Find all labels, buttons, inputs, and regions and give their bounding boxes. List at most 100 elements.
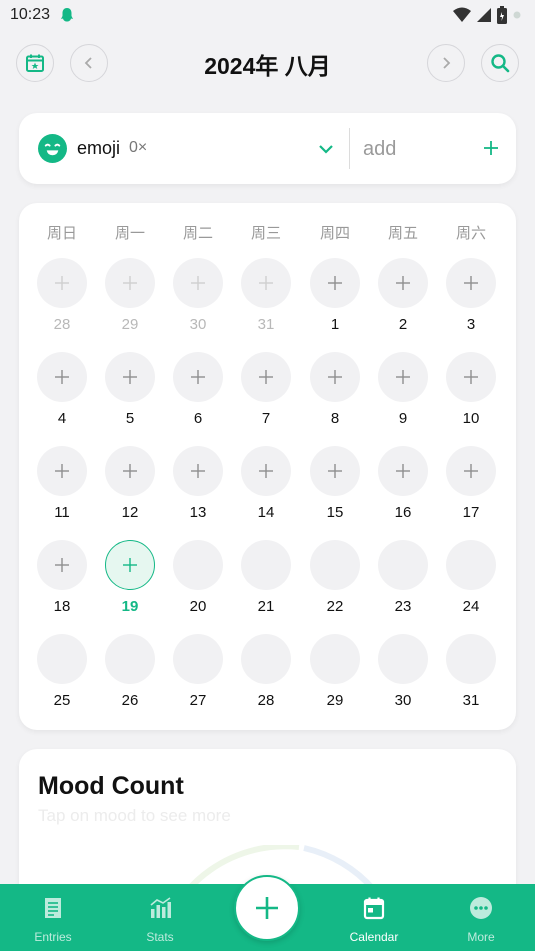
calendar-day-cell[interactable]: 11	[32, 446, 92, 530]
day-add-button[interactable]	[37, 634, 87, 684]
calendar-day-cell[interactable]: 30	[168, 258, 228, 342]
calendar-day-cell[interactable]: 17	[441, 446, 501, 530]
day-number: 19	[121, 598, 139, 615]
calendar-day-cell[interactable]: 24	[441, 540, 501, 624]
calendar-day-cell[interactable]: 8	[305, 352, 365, 436]
calendar-day-cell[interactable]: 20	[168, 540, 228, 624]
day-add-button[interactable]	[173, 540, 223, 590]
nav-stats-label: Stats	[146, 930, 174, 944]
calendar-day-cell[interactable]: 21	[236, 540, 296, 624]
day-add-button[interactable]	[173, 258, 223, 308]
calendar-day-cell[interactable]: 29	[305, 634, 365, 718]
day-add-button[interactable]	[378, 352, 428, 402]
day-add-button[interactable]	[173, 352, 223, 402]
calendar-day-cell[interactable]: 22	[305, 540, 365, 624]
calendar-day-cell[interactable]: 31	[441, 634, 501, 718]
nav-stats[interactable]: Stats	[120, 884, 200, 951]
nav-more-label: More	[467, 930, 495, 944]
day-add-button[interactable]	[446, 634, 496, 684]
day-add-button[interactable]	[37, 446, 87, 496]
day-add-button[interactable]	[37, 258, 87, 308]
nav-calendar[interactable]: Calendar	[334, 884, 414, 951]
entries-icon	[45, 898, 61, 918]
calendar-day-cell[interactable]: 28	[236, 634, 296, 718]
calendar-day-cell[interactable]: 30	[373, 634, 433, 718]
emoji-label[interactable]: emoji	[77, 138, 120, 159]
day-add-button[interactable]	[37, 540, 87, 590]
calendar-day-cell[interactable]: 9	[373, 352, 433, 436]
day-add-button[interactable]	[105, 352, 155, 402]
calendar-day-cell[interactable]: 7	[236, 352, 296, 436]
calendar-day-cell[interactable]: 2	[373, 258, 433, 342]
calendar-day-cell[interactable]: 29	[100, 258, 160, 342]
calendar-day-cell[interactable]: 28	[32, 258, 92, 342]
calendar-day-cell[interactable]: 31	[236, 258, 296, 342]
calendar-day-cell[interactable]: 26	[100, 634, 160, 718]
day-add-button[interactable]	[241, 446, 291, 496]
day-add-button[interactable]	[37, 352, 87, 402]
calendar-day-cell[interactable]: 19	[100, 540, 160, 624]
day-number: 12	[121, 504, 139, 521]
day-add-button[interactable]	[446, 540, 496, 590]
day-add-button[interactable]	[105, 446, 155, 496]
calendar-day-cell[interactable]: 23	[373, 540, 433, 624]
day-add-button[interactable]	[241, 540, 291, 590]
nav-more[interactable]: More	[441, 884, 521, 951]
day-number: 23	[394, 598, 412, 615]
calendar-day-cell[interactable]: 3	[441, 258, 501, 342]
day-add-button[interactable]	[310, 258, 360, 308]
day-add-button[interactable]	[378, 540, 428, 590]
calendar-day-cell[interactable]: 13	[168, 446, 228, 530]
calendar-day-cell[interactable]: 10	[441, 352, 501, 436]
emoji-face-icon	[38, 134, 67, 163]
day-add-button[interactable]	[310, 446, 360, 496]
calendar-day-cell[interactable]: 16	[373, 446, 433, 530]
weekday-label: 周三	[250, 225, 281, 242]
day-add-button[interactable]	[173, 446, 223, 496]
wifi-icon	[453, 7, 471, 22]
day-number: 13	[189, 504, 207, 521]
day-add-button[interactable]	[241, 258, 291, 308]
calendar-day-cell[interactable]: 25	[32, 634, 92, 718]
add-mood-input[interactable]	[363, 135, 473, 163]
calendar-day-cell[interactable]: 1	[305, 258, 365, 342]
day-add-button[interactable]	[105, 258, 155, 308]
signal-icon	[477, 8, 491, 22]
day-add-button[interactable]	[446, 446, 496, 496]
day-add-button[interactable]	[173, 634, 223, 684]
calendar-day-cell[interactable]: 18	[32, 540, 92, 624]
plus-icon	[259, 276, 273, 290]
calendar-day-cell[interactable]: 15	[305, 446, 365, 530]
calendar-day-cell[interactable]: 14	[236, 446, 296, 530]
day-add-button[interactable]	[241, 634, 291, 684]
chevron-down-icon[interactable]	[317, 140, 335, 158]
calendar-day-cell[interactable]: 27	[168, 634, 228, 718]
day-add-button[interactable]	[378, 446, 428, 496]
day-add-button[interactable]	[241, 352, 291, 402]
nav-entries[interactable]: Entries	[13, 884, 93, 951]
calendar-day-cell[interactable]: 6	[168, 352, 228, 436]
plus-icon	[259, 464, 273, 478]
day-add-button[interactable]	[310, 352, 360, 402]
calendar-day-cell[interactable]: 5	[100, 352, 160, 436]
day-add-button[interactable]	[105, 634, 155, 684]
calendar-day-cell[interactable]: 12	[100, 446, 160, 530]
day-add-button[interactable]	[310, 634, 360, 684]
add-entry-fab[interactable]	[234, 875, 300, 941]
plus-icon	[328, 276, 342, 290]
add-plus-icon[interactable]	[482, 139, 500, 157]
day-add-button[interactable]	[378, 258, 428, 308]
day-add-button[interactable]	[310, 540, 360, 590]
next-month-button[interactable]	[427, 44, 465, 82]
day-add-button[interactable]	[378, 634, 428, 684]
search-button[interactable]	[481, 44, 519, 82]
day-number: 18	[53, 598, 71, 615]
today-add-button[interactable]	[105, 540, 155, 590]
plus-icon	[191, 464, 205, 478]
day-add-button[interactable]	[446, 352, 496, 402]
day-number: 24	[462, 598, 480, 615]
calendar-day-cell[interactable]: 4	[32, 352, 92, 436]
day-number: 25	[53, 692, 71, 709]
day-add-button[interactable]	[446, 258, 496, 308]
plus-icon	[55, 370, 69, 384]
